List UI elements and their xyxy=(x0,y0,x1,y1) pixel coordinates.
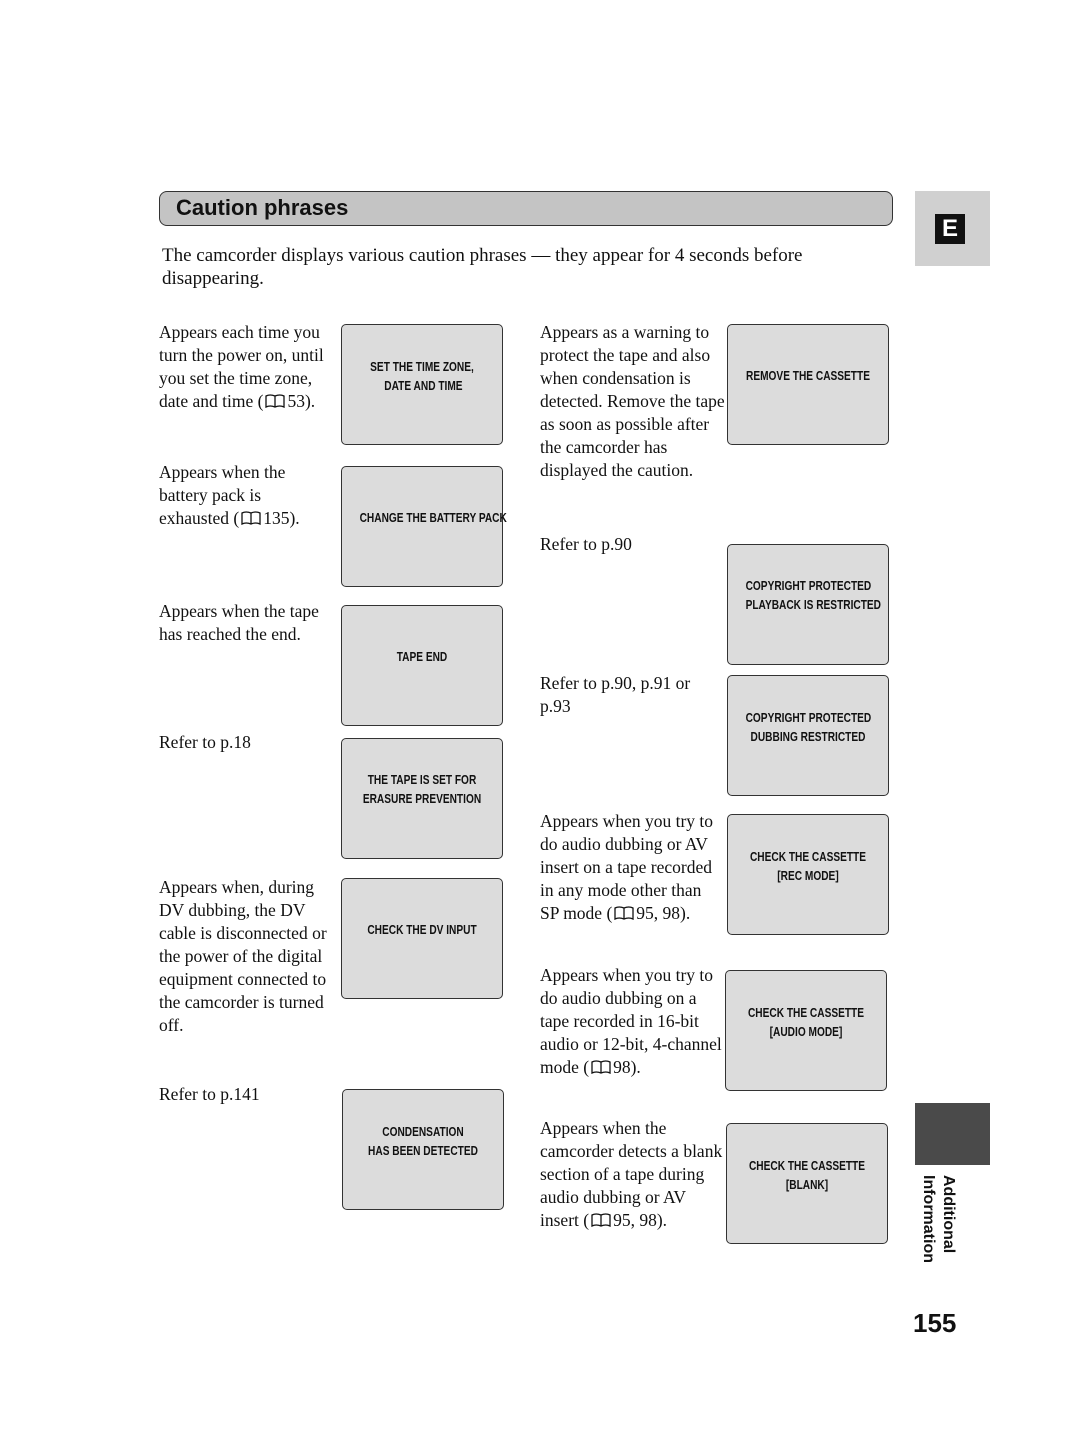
page-reference: 53 xyxy=(287,391,305,411)
section-label-line1: Additional xyxy=(940,1175,957,1254)
caution-message: CHECK THE DV INPUT xyxy=(367,922,477,937)
caution-message: REMOVE THE CASSETTE xyxy=(746,368,870,383)
section-header-bar: Caution phrases xyxy=(159,191,893,226)
description-refer-p90-p91-p93: Refer to p.90, p.91 or p.93 xyxy=(540,672,720,718)
language-tab: E xyxy=(915,191,990,266)
description-suffix: ). xyxy=(630,1057,641,1077)
description-refer-p90: Refer to p.90 xyxy=(540,533,720,556)
description-suffix: ). xyxy=(304,391,316,411)
description-text: Refer to p.90, p.91 or p.93 xyxy=(540,673,691,716)
description-blank: Appears when the camcorder detects a bla… xyxy=(540,1117,725,1232)
section-label: Additional Information xyxy=(915,1175,963,1275)
page-reference: 135 xyxy=(263,508,290,528)
book-reference-icon xyxy=(265,394,286,408)
caution-screen-check-cassette-audio-mode: CHECK THE CASSETTE [AUDIO MODE] xyxy=(725,970,887,1091)
caution-message: THE TAPE IS SET FOR ERASURE PREVENTION xyxy=(362,772,482,806)
section-label-line2: Information xyxy=(920,1175,937,1263)
page-reference: 95, 98 xyxy=(636,903,681,923)
caution-message: CHANGE THE BATTERY PACK xyxy=(359,510,507,525)
caution-message: CHECK THE CASSETTE [REC MODE] xyxy=(749,849,867,883)
description-suffix: ). xyxy=(656,1210,668,1230)
caution-screen-copyright-dubbing: COPYRIGHT PROTECTED DUBBING RESTRICTED xyxy=(727,675,889,796)
caution-message: SET THE TIME ZONE, DATE AND TIME xyxy=(370,359,474,393)
caution-screen-tape-end: TAPE END xyxy=(341,605,503,726)
page-reference: 95, 98 xyxy=(613,1210,657,1230)
description-set-time: Appears each time you turn the power on,… xyxy=(159,321,329,413)
description-suffix: ). xyxy=(680,903,691,923)
description-tape-end: Appears when the tape has reached the en… xyxy=(159,600,329,646)
caution-message: CHECK THE CASSETTE [AUDIO MODE] xyxy=(747,1005,865,1039)
caution-screen-set-time-zone: SET THE TIME ZONE, DATE AND TIME xyxy=(341,324,503,445)
book-reference-icon xyxy=(614,906,634,920)
description-refer-p141: Refer to p.141 xyxy=(159,1083,329,1106)
description-refer-p18: Refer to p.18 xyxy=(159,731,329,754)
description-rec-mode: Appears when you try to do audio dubbing… xyxy=(540,810,722,925)
section-tab-marker xyxy=(915,1103,990,1165)
description-dv-input: Appears when, during DV dubbing, the DV … xyxy=(159,876,334,1037)
caution-screen-change-battery: CHANGE THE BATTERY PACK xyxy=(341,466,507,587)
caution-screen-check-cassette-blank: CHECK THE CASSETTE [BLANK] xyxy=(726,1123,888,1244)
caution-message: COPYRIGHT PROTECTED DUBBING RESTRICTED xyxy=(745,710,872,744)
description-audio-mode: Appears when you try to do audio dubbing… xyxy=(540,964,722,1079)
description-text: Appears when the tape has reached the en… xyxy=(159,601,319,644)
description-suffix: ). xyxy=(289,508,300,528)
page-reference: 98 xyxy=(613,1057,631,1077)
page-title: Caution phrases xyxy=(176,195,349,220)
caution-screen-check-dv-input: CHECK THE DV INPUT xyxy=(341,878,503,999)
description-battery: Appears when the battery pack is exhaust… xyxy=(159,461,319,530)
book-reference-icon xyxy=(241,511,261,525)
caution-message: TAPE END xyxy=(396,649,448,664)
description-text: Refer to p.90 xyxy=(540,534,632,554)
caution-screen-erasure-prevention: THE TAPE IS SET FOR ERASURE PREVENTION xyxy=(341,738,503,859)
description-text: Refer to p.141 xyxy=(159,1084,260,1104)
caution-message: CONDENSATION HAS BEEN DETECTED xyxy=(368,1124,478,1158)
caution-message: COPYRIGHT PROTECTED PLAYBACK IS RESTRICT… xyxy=(745,578,882,612)
description-text: Refer to p.18 xyxy=(159,732,251,752)
book-reference-icon xyxy=(591,1213,611,1227)
caution-screen-check-cassette-rec-mode: CHECK THE CASSETTE [REC MODE] xyxy=(727,814,889,935)
page-number: 155 xyxy=(913,1308,957,1338)
description-remove-cassette: Appears as a warning to protect the tape… xyxy=(540,321,725,482)
caution-message: CHECK THE CASSETTE [BLANK] xyxy=(748,1158,866,1192)
intro-paragraph: The camcorder displays various caution p… xyxy=(162,245,803,289)
description-text: Appears as a warning to protect the tape… xyxy=(540,322,725,480)
caution-screen-copyright-playback: COPYRIGHT PROTECTED PLAYBACK IS RESTRICT… xyxy=(727,544,889,665)
language-letter: E xyxy=(935,214,965,244)
book-reference-icon xyxy=(591,1060,611,1074)
caution-screen-remove-cassette: REMOVE THE CASSETTE xyxy=(727,324,889,445)
description-text: Appears when, during DV dubbing, the DV … xyxy=(159,877,327,1035)
caution-screen-condensation: CONDENSATION HAS BEEN DETECTED xyxy=(342,1089,504,1210)
